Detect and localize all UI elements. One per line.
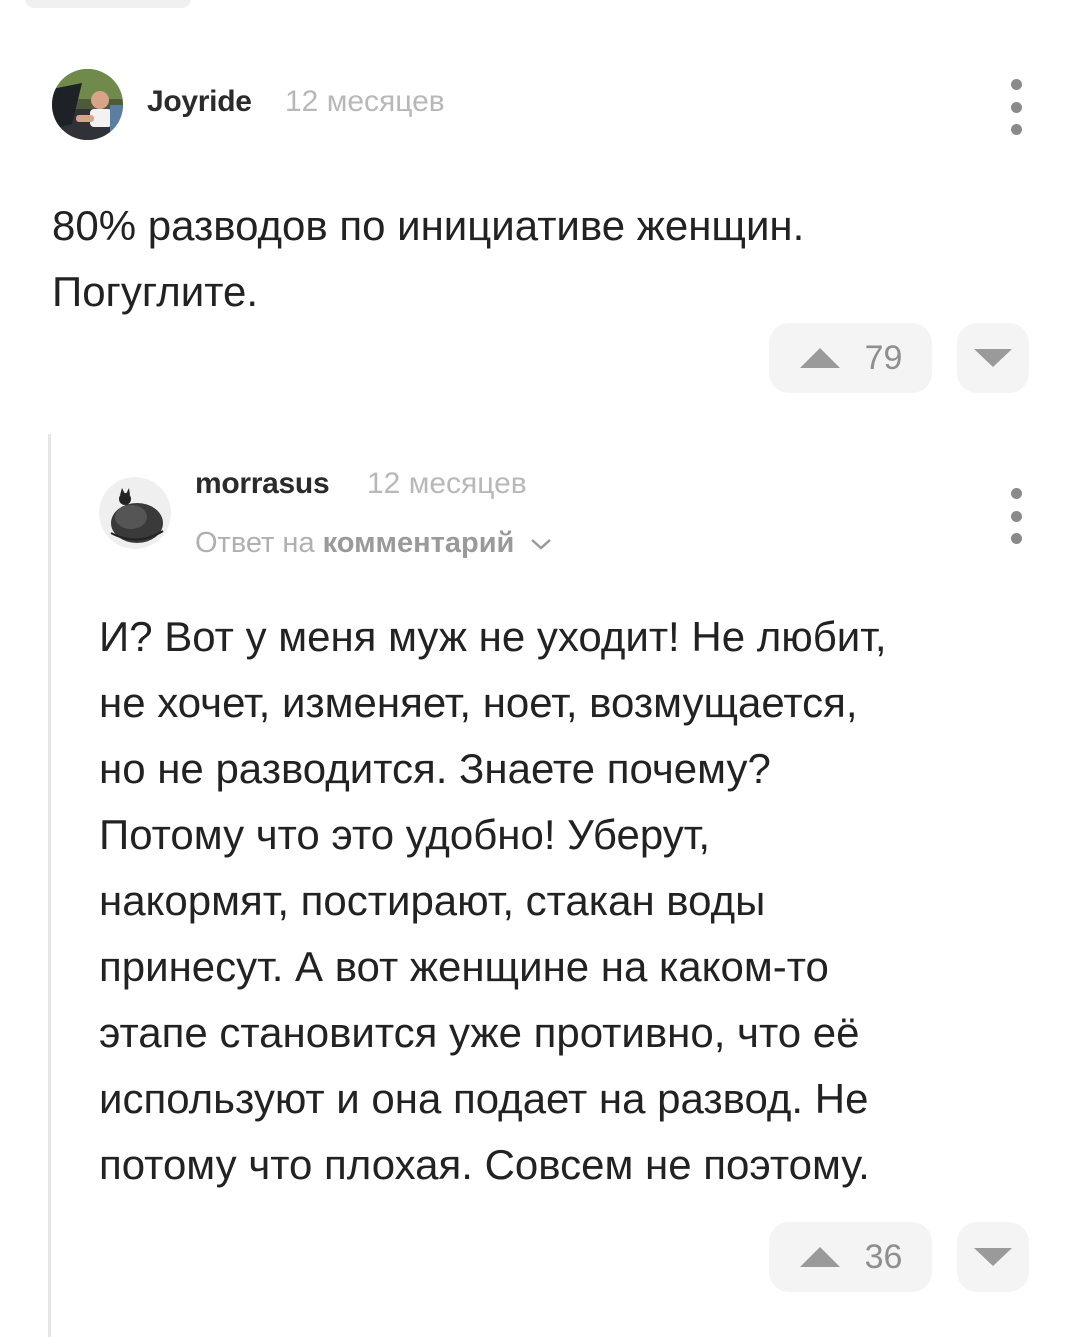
- comment-text: 80% разводов по инициативе женщин. Погуг…: [52, 193, 804, 325]
- comment-text-line: принесут. А вот женщине на каком-то: [99, 943, 829, 990]
- comment-text-line: используют и она подает на развод. Не: [99, 1075, 869, 1122]
- triangle-up-icon: [799, 1247, 840, 1267]
- rating-count: 79: [864, 338, 903, 377]
- triangle-down-icon: [974, 1248, 1012, 1266]
- comment-text-line: но не разводится. Знаете почему?: [99, 745, 771, 792]
- comment-author[interactable]: Joyride: [147, 85, 252, 119]
- comment-text-line: этапе становится уже противно, что её: [99, 1009, 860, 1056]
- more-vertical-icon[interactable]: [1004, 79, 1028, 135]
- thread-line[interactable]: [48, 434, 51, 1337]
- chevron-down-icon[interactable]: [530, 537, 552, 551]
- comment-text-line: не хочет, изменяет, ноет, возмущается,: [99, 679, 858, 726]
- avatar[interactable]: [99, 477, 171, 549]
- more-vertical-icon[interactable]: [1004, 488, 1028, 544]
- upvote-button[interactable]: 36: [769, 1222, 932, 1292]
- comments-page: Joyride 12 месяцев 80% разводов по иници…: [0, 0, 1080, 1337]
- comment-text-line: И? Вот у меня муж не уходит! Не любит,: [99, 613, 887, 660]
- previous-element-stub: [25, 0, 191, 8]
- upvote-button[interactable]: 79: [769, 323, 932, 393]
- rating-count: 36: [864, 1237, 903, 1276]
- comment-text: И? Вот у меня муж не уходит! Не любит, н…: [99, 604, 887, 1198]
- reply-link[interactable]: комментарий: [323, 527, 515, 559]
- comment-text-line: Погуглите.: [52, 268, 259, 315]
- reply-to[interactable]: Ответ на комментарий: [195, 527, 552, 560]
- comment-time: 12 месяцев: [285, 85, 445, 118]
- downvote-button[interactable]: [957, 323, 1029, 393]
- comment-text-line: накормят, постирают, стакан воды: [99, 877, 766, 924]
- triangle-down-icon: [974, 349, 1012, 367]
- comment-text-line: 80% разводов по инициативе женщин.: [52, 202, 805, 249]
- downvote-button[interactable]: [957, 1222, 1029, 1292]
- reply-prefix: Ответ на: [195, 527, 315, 559]
- comment-author[interactable]: morrasus: [195, 467, 330, 501]
- comment-text-line: Потому что это удобно! Уберут,: [99, 811, 710, 858]
- triangle-up-icon: [799, 348, 840, 368]
- comment-text-line: потому что плохая. Совсем не поэтому.: [99, 1141, 870, 1188]
- comment-time: 12 месяцев: [367, 467, 527, 500]
- avatar[interactable]: [52, 69, 123, 140]
